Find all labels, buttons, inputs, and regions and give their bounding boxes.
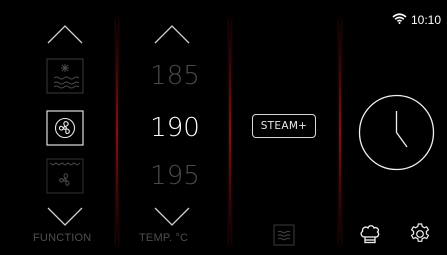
steam-tray-icon[interactable] <box>273 224 295 251</box>
temp-down-chevron[interactable] <box>154 207 190 227</box>
settings-icon[interactable] <box>408 222 432 251</box>
function-up-chevron[interactable] <box>47 24 83 44</box>
wifi-icon <box>392 13 407 27</box>
chef-hat-icon[interactable] <box>358 222 382 251</box>
temp-previous[interactable]: 185 <box>120 61 230 91</box>
steam-plus-button[interactable]: STEAM+ <box>252 114 316 138</box>
oven-control-screen: 10:10 FUNCTION 185 190 195 TEMP. °C STEA… <box>0 0 447 255</box>
defrost-icon <box>53 64 80 89</box>
clock-icon <box>358 94 435 171</box>
status-bar: 10:10 <box>392 13 441 27</box>
temp-label: TEMP. °C <box>139 232 189 244</box>
temp-up-chevron[interactable] <box>154 24 190 44</box>
timer-clock-button[interactable] <box>358 94 435 171</box>
function-down-chevron[interactable] <box>47 207 83 227</box>
temp-current: 190 <box>150 113 200 143</box>
mode-defrost[interactable] <box>46 58 84 94</box>
fan-bottom-heat-icon <box>49 162 81 186</box>
fan-icon <box>54 117 76 139</box>
mode-fan-selected[interactable] <box>46 110 84 146</box>
separator-3 <box>339 18 341 246</box>
clock-time: 10:10 <box>410 13 441 27</box>
function-label: FUNCTION <box>33 232 92 244</box>
mode-fan-bottom-heat[interactable] <box>46 158 84 194</box>
temp-next[interactable]: 195 <box>120 161 230 191</box>
separator-1 <box>116 18 118 246</box>
